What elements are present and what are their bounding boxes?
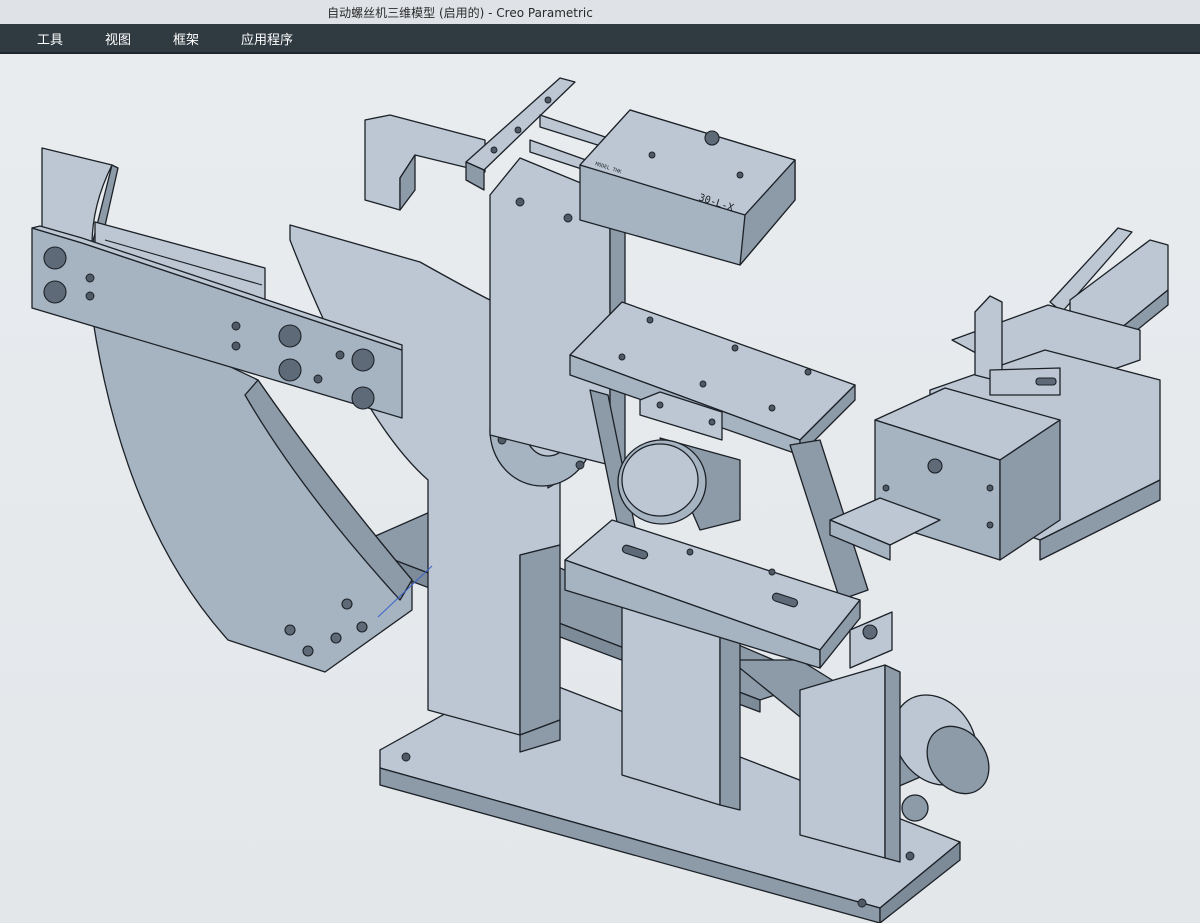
- menu-item-view[interactable]: 视图: [84, 24, 152, 52]
- graphics-viewport[interactable]: MODEL THK 30-L-X: [0, 54, 1200, 923]
- menu-item-tools[interactable]: 工具: [16, 24, 84, 52]
- model-3d-render[interactable]: MODEL THK 30-L-X: [0, 54, 1200, 923]
- menu-item-apps[interactable]: 应用程序: [220, 24, 314, 52]
- window-title-bar: 自动螺丝机三维模型 (启用的) - Creo Parametric: [0, 0, 1200, 25]
- menu-item-frame[interactable]: 框架: [152, 24, 220, 52]
- center-motor: [617, 437, 741, 531]
- menu-bar: 工具 视图 框架 应用程序: [0, 24, 1200, 54]
- window-title: 自动螺丝机三维模型 (启用的) - Creo Parametric: [327, 5, 593, 20]
- right-post: [799, 664, 901, 863]
- right-gripper-assembly: [829, 227, 1169, 669]
